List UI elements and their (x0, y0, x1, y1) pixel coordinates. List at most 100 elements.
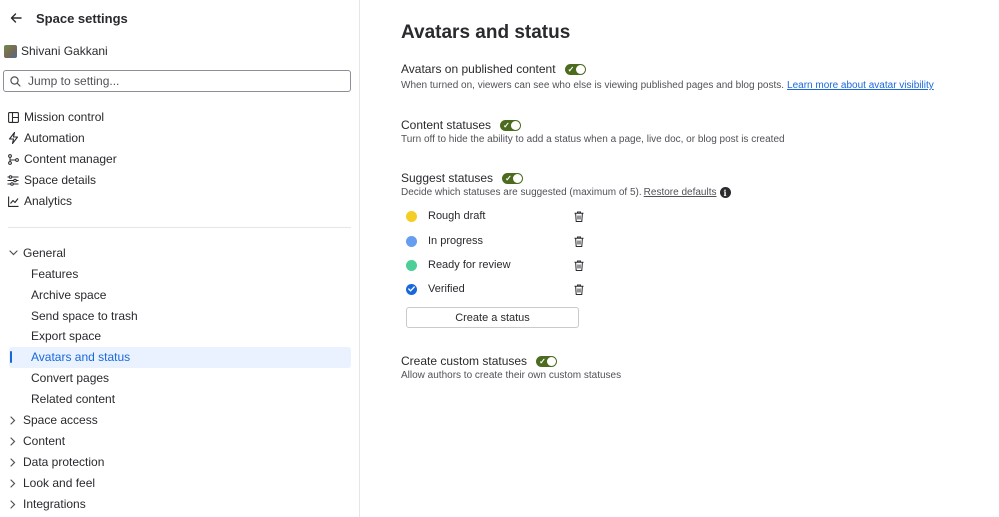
lightning-icon (7, 132, 19, 144)
status-label: In progress (428, 235, 484, 247)
create-status-button[interactable]: Create a status (406, 307, 579, 328)
check-icon: ✓ (505, 173, 512, 183)
sidebar-group-integrations[interactable]: Integrations (7, 494, 86, 514)
sidebar-header: Space settings (8, 9, 128, 27)
sidebar-group-content[interactable]: Content (7, 431, 65, 451)
sidebar-item-label: Space details (24, 173, 97, 187)
chart-icon (7, 195, 19, 207)
status-label: Verified (428, 283, 465, 295)
restore-defaults-link[interactable]: Restore defaults (644, 187, 717, 198)
sidebar-divider (8, 227, 351, 228)
setting-content-statuses: Content statuses ✓ (401, 118, 522, 132)
sidebar-item-features[interactable]: Features (31, 264, 78, 284)
sidebar-item-automation[interactable]: Automation (7, 128, 85, 148)
setting-description: Allow authors to create their own custom… (401, 370, 622, 381)
setting-description: Decide which statuses are suggested (max… (401, 187, 731, 198)
sidebar-item-related-content[interactable]: Related content (31, 389, 115, 409)
sidebar-item-label: Automation (24, 131, 85, 145)
sidebar-item-convert-pages[interactable]: Convert pages (31, 368, 109, 388)
content-statuses-toggle[interactable]: ✓ (500, 119, 522, 131)
sidebar-item-label: Archive space (31, 288, 107, 302)
avatar (4, 44, 17, 58)
sidebar-group-label: Content (23, 434, 66, 448)
custom-statuses-toggle[interactable]: ✓ (536, 355, 558, 367)
chevron-right-icon (7, 456, 19, 468)
check-icon: ✓ (567, 64, 575, 74)
search-box[interactable] (3, 70, 351, 92)
space-owner[interactable]: Shivani Gakkani (4, 43, 108, 59)
sidebar-item-label: Avatars and status (31, 350, 131, 364)
status-item: Verified (406, 281, 584, 297)
status-item: In progress (406, 233, 584, 249)
setting-description: Turn off to hide the ability to add a st… (401, 134, 785, 145)
page-title: Avatars and status (401, 22, 571, 43)
sidebar-group-data-protection[interactable]: Data protection (7, 452, 104, 472)
selected-indicator (10, 351, 12, 363)
arrow-left-icon[interactable] (8, 10, 24, 26)
sidebar-item-export-space[interactable]: Export space (31, 326, 101, 346)
setting-suggest-statuses: Suggest statuses ✓ (401, 171, 524, 185)
setting-title: Suggest statuses (401, 171, 494, 185)
sidebar-item-content-manager[interactable]: Content manager (7, 149, 117, 169)
chevron-right-icon (7, 435, 19, 447)
sidebar-item-label: Related content (31, 392, 116, 406)
sidebar-group-label: Data protection (23, 455, 105, 469)
sidebar: Space settings Shivani Gakkani Mission c… (0, 0, 360, 517)
sidebar-item-mission-control[interactable]: Mission control (7, 107, 104, 127)
sidebar-item-analytics[interactable]: Analytics (7, 191, 72, 211)
sliders-icon (7, 174, 19, 186)
sidebar-group-space-access[interactable]: Space access (7, 410, 98, 430)
user-name: Shivani Gakkani (21, 44, 108, 58)
trash-icon[interactable] (573, 210, 585, 222)
sidebar-group-label: Look and feel (23, 476, 96, 490)
setting-avatars: Avatars on published content ✓ (401, 62, 586, 76)
trash-icon[interactable] (573, 235, 585, 247)
sidebar-group-label: Space access (23, 413, 98, 427)
trash-icon[interactable] (573, 283, 585, 295)
sidebar-group-label: General (23, 246, 66, 260)
status-item: Rough draft (406, 208, 584, 224)
suggest-statuses-toggle[interactable]: ✓ (502, 172, 524, 184)
chevron-right-icon (7, 477, 19, 489)
sidebar-item-label: Features (31, 267, 79, 281)
avatars-toggle[interactable]: ✓ (564, 63, 586, 75)
check-icon: ✓ (503, 120, 510, 130)
status-label: Rough draft (428, 210, 486, 222)
chevron-right-icon (7, 498, 19, 510)
chevron-right-icon (7, 414, 19, 426)
sidebar-item-archive-space[interactable]: Archive space (31, 285, 106, 305)
mission-control-icon (7, 111, 19, 123)
setting-title: Create custom statuses (401, 354, 528, 368)
sidebar-item-label: Mission control (24, 110, 105, 124)
setting-description-text: Decide which statuses are suggested (max… (401, 187, 642, 198)
setting-custom-statuses: Create custom statuses ✓ (401, 354, 558, 368)
sidebar-item-avatars-and-status[interactable]: Avatars and status (31, 347, 130, 367)
info-icon[interactable]: i (719, 187, 731, 198)
status-color-dot (406, 259, 417, 271)
sidebar-group-look-and-feel[interactable]: Look and feel (7, 473, 95, 493)
setting-description-text: When turned on, viewers can see who else… (401, 80, 785, 91)
sidebar-item-label: Convert pages (31, 371, 110, 385)
search-input[interactable] (28, 74, 328, 88)
sidebar-item-label: Content manager (24, 152, 117, 166)
setting-title: Avatars on published content (401, 62, 556, 76)
trash-icon[interactable] (573, 259, 585, 271)
sidebar-title: Space settings (36, 10, 128, 26)
search-icon (10, 75, 22, 87)
check-icon: ✓ (539, 356, 546, 366)
status-color-dot (406, 210, 417, 222)
status-color-dot (406, 235, 417, 247)
avatar-visibility-link[interactable]: Learn more about avatar visibility (787, 80, 934, 91)
status-item: Ready for review (406, 257, 584, 273)
status-label: Ready for review (428, 259, 511, 271)
setting-description: When turned on, viewers can see who else… (401, 80, 934, 91)
setting-title: Content statuses (401, 118, 492, 132)
sidebar-item-space-details[interactable]: Space details (7, 170, 96, 190)
sidebar-item-label: Export space (31, 329, 102, 343)
sidebar-item-label: Send space to trash (31, 309, 138, 323)
sidebar-group-general[interactable]: General (7, 243, 66, 263)
sidebar-item-send-to-trash[interactable]: Send space to trash (31, 306, 138, 326)
verified-check-icon (406, 283, 417, 295)
content-manager-icon (7, 153, 19, 165)
sidebar-item-label: Analytics (24, 194, 73, 208)
